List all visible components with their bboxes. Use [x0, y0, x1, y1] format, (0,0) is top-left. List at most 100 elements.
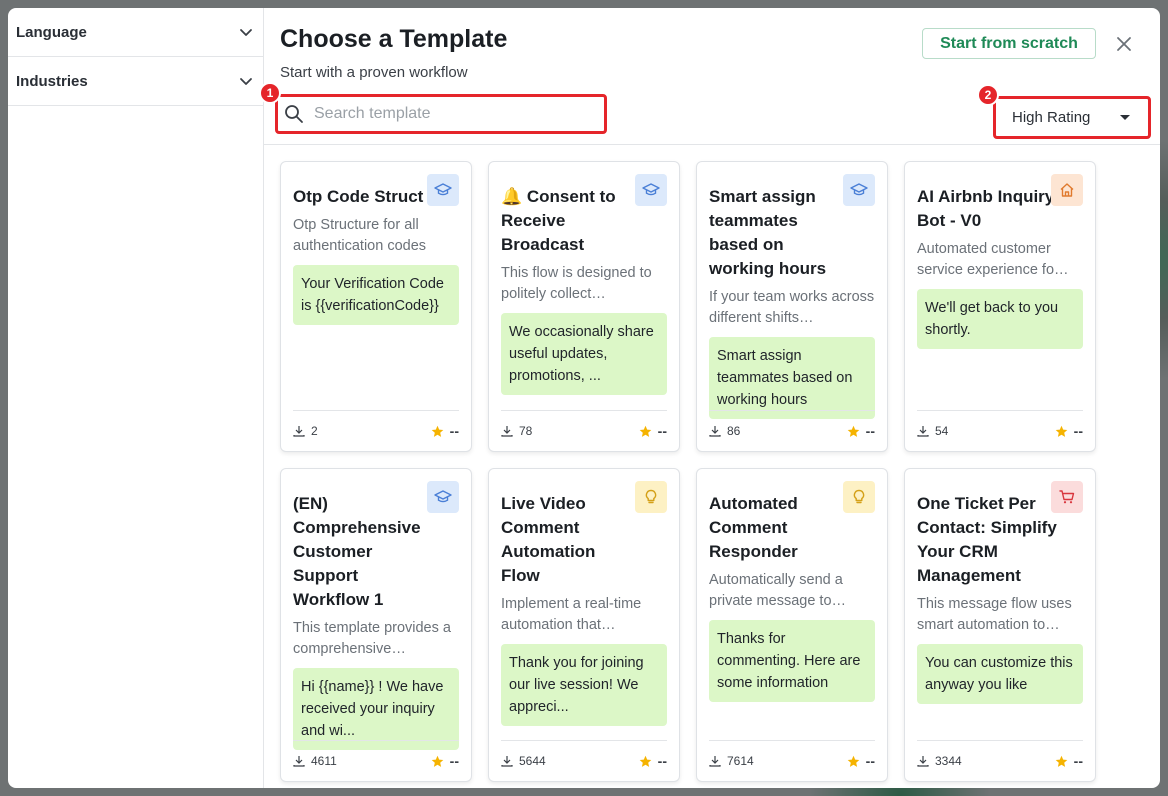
lightbulb-icon — [843, 481, 875, 513]
template-grid-row-2: (EN) Comprehensive Customer Support Work… — [280, 468, 1096, 782]
template-card[interactable]: 🔔 Consent to Receive Broadcast This flow… — [488, 161, 680, 452]
message-preview: Thank you for joining our live session! … — [501, 644, 667, 726]
card-description: Implement a real-time automation that… — [501, 596, 642, 633]
annotation-badge-1: 1 — [259, 82, 281, 104]
template-header: Choose a Template Start with a proven wo… — [259, 8, 1160, 145]
star-icon — [1055, 755, 1067, 767]
card-footer: 2 -- — [293, 410, 459, 451]
filter-industries-label: Industries — [16, 72, 88, 90]
template-card[interactable]: Live Video Comment Automation Flow Imple… — [488, 468, 680, 782]
download-icon — [293, 756, 305, 767]
card-footer: 5644 -- — [501, 740, 667, 781]
rating: -- — [847, 423, 875, 439]
rating: -- — [1055, 423, 1083, 439]
download-icon — [917, 756, 929, 767]
close-icon[interactable] — [1114, 34, 1134, 54]
graduation-cap-icon — [427, 174, 459, 206]
chevron-down-icon — [240, 78, 252, 85]
card-description: Automated customer service experience fo… — [917, 241, 1069, 278]
graduation-cap-icon — [843, 174, 875, 206]
filter-sidebar: Language Industries — [8, 8, 264, 788]
page-subtitle: Start with a proven workflow — [280, 64, 468, 81]
download-count: 2 — [293, 424, 318, 438]
download-icon — [293, 426, 305, 437]
message-preview: Your Verification Code is {{verification… — [293, 265, 459, 325]
star-icon — [639, 425, 651, 437]
template-card[interactable]: Automated Comment Responder Automaticall… — [696, 468, 888, 782]
star-icon — [431, 425, 443, 437]
start-from-scratch-button[interactable]: Start from scratch — [922, 28, 1096, 59]
sort-selected-label: High Rating — [1012, 109, 1091, 126]
rating: -- — [639, 753, 667, 769]
template-card[interactable]: Otp Code Struct Otp Structure for all au… — [280, 161, 472, 452]
filter-industries[interactable]: Industries — [8, 57, 263, 106]
download-count-value: 78 — [519, 424, 533, 438]
sort-select[interactable]: High Rating — [993, 96, 1151, 139]
star-icon — [431, 755, 443, 767]
template-main: Choose a Template Start with a proven wo… — [259, 8, 1160, 788]
card-description: Otp Structure for all authentication cod… — [293, 217, 427, 254]
rating-value: -- — [1073, 753, 1083, 769]
download-count-value: 2 — [311, 424, 318, 438]
rating-value: -- — [657, 423, 667, 439]
message-preview: We occasionally share useful updates, pr… — [501, 313, 667, 395]
rating-value: -- — [449, 423, 459, 439]
filter-language[interactable]: Language — [8, 8, 263, 57]
caret-down-icon — [1120, 115, 1130, 120]
download-icon — [709, 426, 721, 437]
lightbulb-icon — [635, 481, 667, 513]
star-icon — [1055, 425, 1067, 437]
card-description: Automatically send a private message to… — [709, 572, 847, 609]
download-count: 7614 — [709, 754, 754, 768]
card-footer: 54 -- — [917, 410, 1083, 451]
template-grid-row-1: Otp Code Struct Otp Structure for all au… — [280, 161, 1096, 452]
rating-value: -- — [449, 753, 459, 769]
search-icon — [285, 105, 303, 123]
card-footer: 78 -- — [501, 410, 667, 451]
download-count-value: 5644 — [519, 754, 546, 768]
download-icon — [917, 426, 929, 437]
rating-value: -- — [1073, 423, 1083, 439]
card-footer: 7614 -- — [709, 740, 875, 781]
download-count: 3344 — [917, 754, 962, 768]
star-icon — [847, 755, 859, 767]
download-icon — [501, 756, 513, 767]
template-card[interactable]: (EN) Comprehensive Customer Support Work… — [280, 468, 472, 782]
download-count-value: 7614 — [727, 754, 754, 768]
card-footer: 4611 -- — [293, 740, 459, 781]
graduation-cap-icon — [427, 481, 459, 513]
template-card[interactable]: AI Airbnb Inquiry Bot - V0 Automated cus… — [904, 161, 1096, 452]
message-preview: Hi {{name}} ! We have received your inqu… — [293, 668, 459, 750]
card-description: If your team works across different shif… — [709, 289, 875, 326]
card-footer: 86 -- — [709, 410, 875, 451]
card-footer: 3344 -- — [917, 740, 1083, 781]
star-icon — [639, 755, 651, 767]
graduation-cap-icon — [635, 174, 667, 206]
download-icon — [709, 756, 721, 767]
page-title: Choose a Template — [280, 25, 508, 53]
download-count: 4611 — [293, 754, 337, 768]
annotation-badge-2: 2 — [977, 84, 999, 106]
download-count-value: 86 — [727, 424, 741, 438]
template-modal: Language Industries Choose a Template St… — [8, 8, 1160, 788]
rating-value: -- — [865, 423, 875, 439]
template-card[interactable]: Smart assign teammates based on working … — [696, 161, 888, 452]
rating: -- — [639, 423, 667, 439]
rating-value: -- — [657, 753, 667, 769]
message-preview: Smart assign teammates based on working … — [709, 337, 875, 419]
template-card[interactable]: One Ticket Per Contact: Simplify Your CR… — [904, 468, 1096, 782]
card-description: This template provides a comprehensive… — [293, 620, 451, 657]
rating: -- — [847, 753, 875, 769]
rating: -- — [431, 753, 459, 769]
search-box — [275, 94, 607, 134]
search-input[interactable] — [314, 105, 584, 123]
download-count: 54 — [917, 424, 948, 438]
rating: -- — [1055, 753, 1083, 769]
message-preview: Thanks for commenting. Here are some inf… — [709, 620, 875, 702]
download-count: 5644 — [501, 754, 546, 768]
rating: -- — [431, 423, 459, 439]
download-icon — [501, 426, 513, 437]
chevron-down-icon — [240, 29, 252, 36]
card-description: This message flow uses smart automation … — [917, 596, 1072, 633]
download-count-value: 4611 — [311, 754, 337, 768]
